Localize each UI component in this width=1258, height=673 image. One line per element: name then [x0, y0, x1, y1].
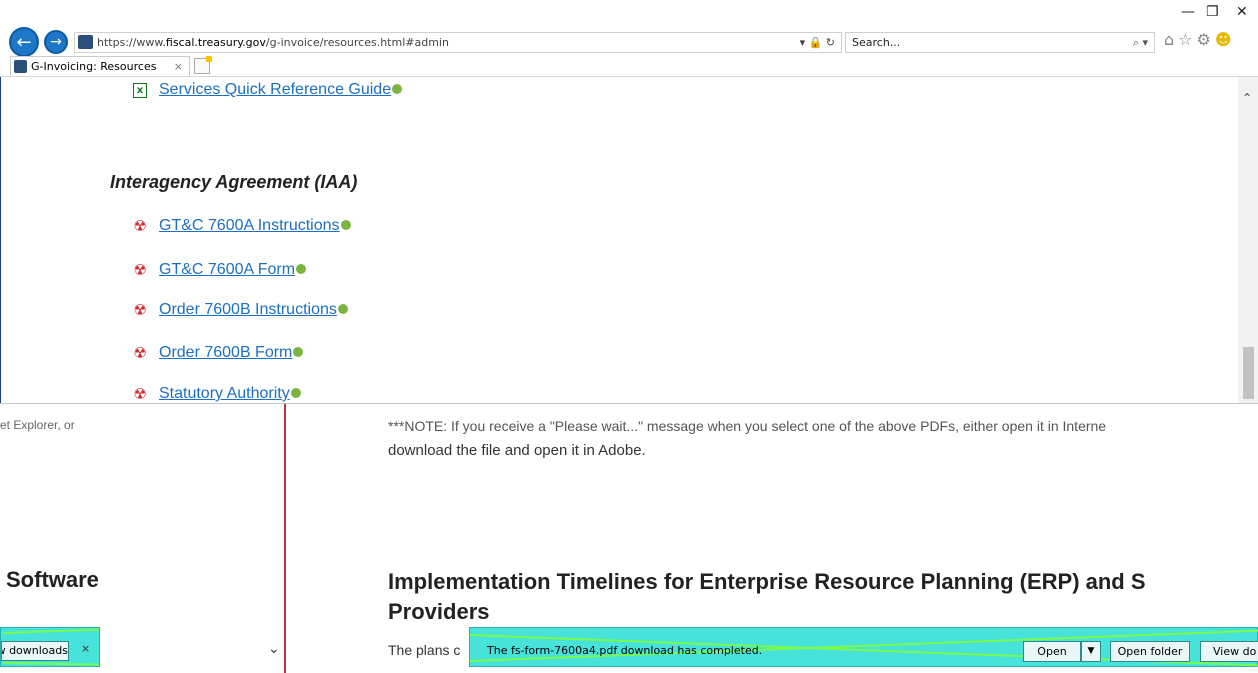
smiley-icon[interactable]: ☻ — [1215, 30, 1236, 49]
list-item: ☢ GT&C 7600A Form — [133, 259, 307, 281]
list-item: ☢ Order 7600B Instructions — [133, 299, 348, 321]
chevron-down-icon[interactable]: ⌄ — [268, 641, 280, 657]
software-heading: Software — [6, 567, 99, 592]
site-favicon-icon — [78, 35, 93, 49]
iaa-link[interactable]: Order 7600B Instructions — [159, 301, 337, 319]
list-item: x Services Quick Reference Guide — [133, 79, 403, 101]
help-icon[interactable] — [340, 220, 351, 230]
note-text-continued: download the file and open it in Adobe. — [388, 442, 646, 459]
forward-arrow-icon[interactable]: → — [44, 30, 68, 54]
help-icon[interactable] — [337, 304, 348, 314]
glitch-streak — [2, 662, 100, 666]
url-host: fiscal.treasury.gov — [165, 36, 266, 49]
open-folder-button[interactable]: Open folder — [1110, 641, 1190, 662]
iaa-link[interactable]: GT&C 7600A Instructions — [159, 217, 340, 235]
help-icon[interactable] — [290, 388, 301, 398]
glitch-streak — [2, 628, 99, 634]
tab-favicon-icon — [14, 60, 27, 73]
implementation-heading: Implementation Timelines for Enterprise … — [388, 567, 1258, 627]
list-item: ☢ GT&C 7600A Instructions — [133, 215, 351, 237]
pdf-file-icon: ☢ — [133, 343, 147, 362]
ghost-text: et Explorer, or — [0, 418, 75, 432]
tab-g-invoicing-resources[interactable]: G-Invoicing: Resources × — [10, 56, 190, 76]
home-icon[interactable]: ⌂ — [1164, 30, 1178, 49]
view-downloads-button[interactable]: View do — [1200, 641, 1258, 662]
url-path: /g-invoice/resources.html#admin — [265, 36, 449, 49]
search-placeholder: Search... — [852, 36, 901, 49]
column-divider — [284, 404, 286, 673]
back-arrow-icon[interactable]: ← — [9, 27, 39, 57]
close-icon[interactable]: × — [81, 642, 90, 655]
download-notification-bar: The fs-form-7600a4.pdf download has comp… — [469, 627, 1258, 667]
chevron-up-icon[interactable]: ⌃ — [1242, 91, 1252, 105]
new-tab-button[interactable] — [194, 56, 212, 74]
note-text: ***NOTE: If you receive a "Please wait..… — [388, 418, 1107, 434]
download-bar-left: View downloads × — [0, 627, 100, 667]
list-item: ☢ Order 7600B Form — [133, 342, 304, 364]
plans-text: The plans c — [388, 642, 461, 658]
download-message: The fs-form-7600a4.pdf download has comp… — [487, 644, 763, 657]
iaa-link[interactable]: Statutory Authority — [159, 385, 290, 403]
implementation-heading-line2: Providers — [388, 599, 490, 624]
tab-title: G-Invoicing: Resources — [31, 60, 157, 73]
pdf-file-icon: ☢ — [133, 260, 147, 279]
implementation-heading-line1: Implementation Timelines for Enterprise … — [388, 569, 1146, 594]
view-downloads-button[interactable]: View downloads — [1, 641, 69, 661]
toolbar-icons: ⌂☆⚙☻ — [1164, 30, 1236, 49]
list-item: ☢ Statutory Authority — [133, 383, 301, 404]
search-icon[interactable]: ⌕ ▾ — [1133, 33, 1148, 52]
search-input[interactable]: Search... ⌕ ▾ — [845, 32, 1155, 53]
iaa-heading: Interagency Agreement (IAA) — [110, 172, 358, 192]
gear-icon[interactable]: ⚙ — [1197, 30, 1215, 49]
services-guide-link[interactable]: Services Quick Reference Guide — [159, 81, 391, 99]
minimize-button[interactable]: — — [1181, 4, 1195, 20]
star-icon[interactable]: ☆ — [1178, 30, 1196, 49]
restore-button[interactable]: ❐ — [1206, 4, 1219, 20]
page-viewport: x Services Quick Reference Guide Interag… — [0, 77, 1258, 404]
pdf-file-icon: ☢ — [133, 216, 147, 235]
tab-close-icon[interactable]: × — [174, 57, 183, 77]
pdf-file-icon: ☢ — [133, 300, 147, 319]
address-bar[interactable]: https://www.fiscal.treasury.gov/g-invoic… — [74, 32, 842, 53]
open-menu-button[interactable]: ▼ — [1081, 641, 1101, 662]
iaa-link[interactable]: Order 7600B Form — [159, 344, 292, 362]
vertical-scrollbar[interactable]: ⌃ — [1238, 77, 1258, 404]
pdf-file-icon: ☢ — [133, 384, 147, 403]
help-icon[interactable] — [392, 84, 403, 94]
help-icon[interactable] — [296, 264, 307, 274]
url-prefix: https://www. — [97, 36, 166, 49]
open-button[interactable]: Open — [1023, 641, 1081, 662]
excel-file-icon: x — [133, 82, 147, 98]
scrollbar-thumb[interactable] — [1243, 347, 1254, 399]
close-button[interactable]: ✕ — [1236, 4, 1248, 20]
iaa-link[interactable]: GT&C 7600A Form — [159, 261, 295, 279]
browser-titlebar: — ❐ ✕ ← → https://www.fiscal.treasury.go… — [0, 0, 1258, 57]
help-icon[interactable] — [293, 347, 304, 357]
address-tools[interactable]: ▾ 🔒 ↻ — [800, 33, 835, 52]
